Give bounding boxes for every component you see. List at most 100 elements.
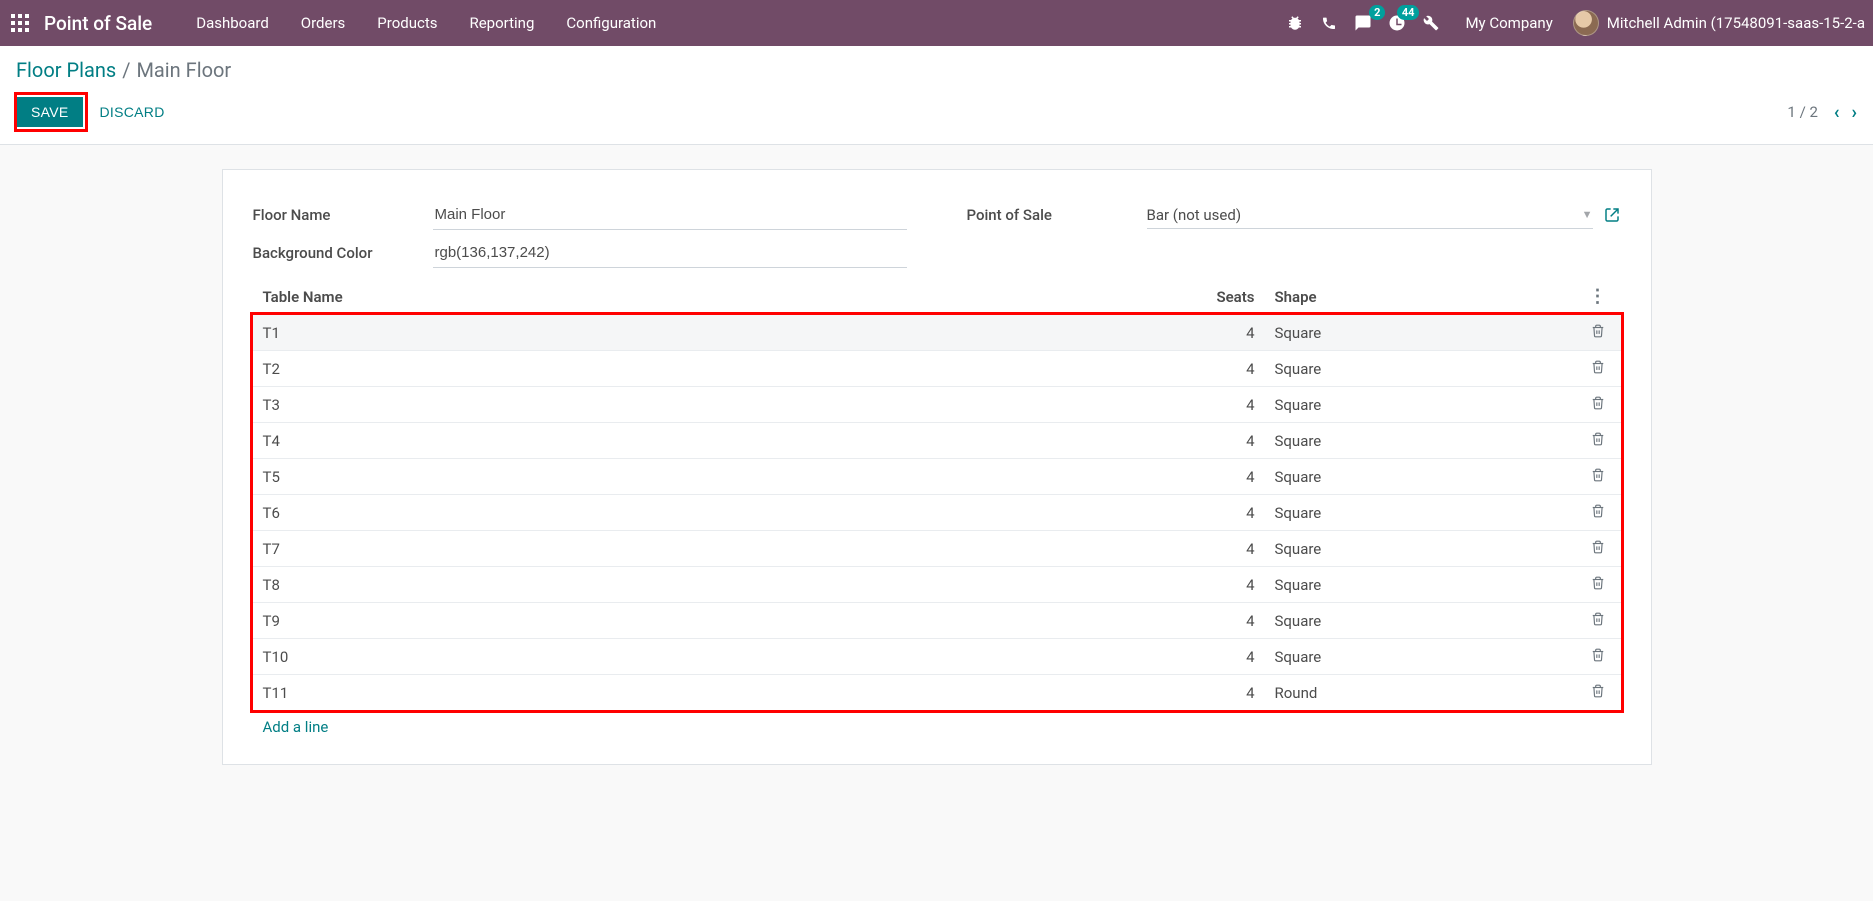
company-selector[interactable]: My Company (1465, 14, 1552, 32)
cell-table-name[interactable]: T9 (253, 603, 1195, 639)
menu-products[interactable]: Products (361, 0, 453, 46)
col-table-name[interactable]: Table Name (253, 280, 1195, 315)
tools-icon[interactable] (1421, 13, 1441, 33)
background-color-input[interactable] (433, 238, 907, 268)
form-sheet: Floor Name Background Color Point of Sal… (222, 169, 1652, 765)
navbar: Point of Sale Dashboard Orders Products … (0, 0, 1873, 46)
cell-seats[interactable]: 4 (1195, 675, 1265, 711)
cell-shape[interactable]: Square (1265, 387, 1575, 423)
phone-icon[interactable] (1319, 13, 1339, 33)
cell-seats[interactable]: 4 (1195, 351, 1265, 387)
cell-shape[interactable]: Square (1265, 495, 1575, 531)
menu-dashboard[interactable]: Dashboard (180, 0, 285, 46)
cell-shape[interactable]: Square (1265, 531, 1575, 567)
tables-list: Table Name Seats Shape ⋮ T14SquareT24Squ… (253, 280, 1621, 744)
cell-shape[interactable]: Square (1265, 423, 1575, 459)
col-seats[interactable]: Seats (1195, 280, 1265, 315)
add-line-label: Add a line (253, 710, 1621, 744)
table-row[interactable]: T74Square (253, 531, 1621, 567)
activities-badge: 44 (1397, 5, 1420, 20)
cell-table-name[interactable]: T11 (253, 675, 1195, 711)
floor-name-input[interactable] (433, 200, 907, 230)
cell-seats[interactable]: 4 (1195, 423, 1265, 459)
trash-icon[interactable] (1590, 647, 1606, 663)
breadcrumb-separator: / (122, 58, 130, 82)
trash-icon[interactable] (1590, 467, 1606, 483)
cell-seats[interactable]: 4 (1195, 639, 1265, 675)
label-point-of-sale: Point of Sale (967, 206, 1147, 224)
cell-table-name[interactable]: T4 (253, 423, 1195, 459)
external-link-icon[interactable] (1603, 206, 1621, 224)
point-of-sale-select[interactable]: Bar (not used) ▼ (1147, 202, 1593, 229)
chevron-down-icon: ▼ (1582, 208, 1593, 221)
point-of-sale-value: Bar (not used) (1147, 206, 1576, 224)
save-button[interactable]: SAVE (17, 97, 83, 127)
col-shape[interactable]: Shape (1265, 280, 1575, 315)
cell-delete (1575, 567, 1621, 603)
trash-icon[interactable] (1590, 611, 1606, 627)
cell-table-name[interactable]: T1 (253, 315, 1195, 351)
menu-reporting[interactable]: Reporting (453, 0, 550, 46)
cell-delete (1575, 495, 1621, 531)
debug-icon[interactable] (1285, 13, 1305, 33)
table-row[interactable]: T54Square (253, 459, 1621, 495)
trash-icon[interactable] (1590, 503, 1606, 519)
cell-table-name[interactable]: T2 (253, 351, 1195, 387)
avatar (1573, 10, 1599, 36)
cell-delete (1575, 315, 1621, 351)
pager-prev[interactable]: ‹ (1834, 102, 1840, 123)
main-menu: Dashboard Orders Products Reporting Conf… (180, 0, 672, 46)
table-row[interactable]: T94Square (253, 603, 1621, 639)
cell-seats[interactable]: 4 (1195, 495, 1265, 531)
trash-icon[interactable] (1590, 683, 1606, 699)
table-row[interactable]: T14Square (253, 315, 1621, 351)
cell-table-name[interactable]: T6 (253, 495, 1195, 531)
cell-table-name[interactable]: T8 (253, 567, 1195, 603)
apps-icon[interactable] (8, 11, 32, 35)
table-row[interactable]: T84Square (253, 567, 1621, 603)
cell-seats[interactable]: 4 (1195, 315, 1265, 351)
cell-table-name[interactable]: T5 (253, 459, 1195, 495)
cell-shape[interactable]: Square (1265, 459, 1575, 495)
app-title[interactable]: Point of Sale (44, 12, 152, 35)
add-line-row[interactable]: Add a line (253, 710, 1621, 744)
cell-seats[interactable]: 4 (1195, 459, 1265, 495)
cell-table-name[interactable]: T10 (253, 639, 1195, 675)
cell-shape[interactable]: Square (1265, 639, 1575, 675)
cell-shape[interactable]: Square (1265, 603, 1575, 639)
breadcrumb-parent[interactable]: Floor Plans (16, 58, 116, 82)
cell-shape[interactable]: Square (1265, 351, 1575, 387)
trash-icon[interactable] (1590, 575, 1606, 591)
table-row[interactable]: T104Square (253, 639, 1621, 675)
table-row[interactable]: T34Square (253, 387, 1621, 423)
trash-icon[interactable] (1590, 431, 1606, 447)
cell-delete (1575, 351, 1621, 387)
cell-shape[interactable]: Square (1265, 567, 1575, 603)
cell-shape[interactable]: Round (1265, 675, 1575, 711)
trash-icon[interactable] (1590, 395, 1606, 411)
table-row[interactable]: T44Square (253, 423, 1621, 459)
cell-seats[interactable]: 4 (1195, 567, 1265, 603)
cell-table-name[interactable]: T3 (253, 387, 1195, 423)
pager-text[interactable]: 1 / 2 (1787, 103, 1818, 121)
messages-icon[interactable]: 2 (1353, 13, 1373, 33)
menu-orders[interactable]: Orders (285, 0, 362, 46)
cell-seats[interactable]: 4 (1195, 387, 1265, 423)
trash-icon[interactable] (1590, 323, 1606, 339)
trash-icon[interactable] (1590, 359, 1606, 375)
cell-seats[interactable]: 4 (1195, 603, 1265, 639)
cell-shape[interactable]: Square (1265, 315, 1575, 351)
col-options[interactable]: ⋮ (1575, 280, 1621, 315)
discard-button[interactable]: DISCARD (100, 104, 165, 120)
cell-table-name[interactable]: T7 (253, 531, 1195, 567)
user-menu[interactable]: Mitchell Admin (17548091-saas-15-2-a (1573, 10, 1865, 36)
table-row[interactable]: T114Round (253, 675, 1621, 711)
trash-icon[interactable] (1590, 539, 1606, 555)
activities-icon[interactable]: 44 (1387, 13, 1407, 33)
table-row[interactable]: T64Square (253, 495, 1621, 531)
cell-seats[interactable]: 4 (1195, 531, 1265, 567)
pager-next[interactable]: › (1852, 102, 1857, 123)
breadcrumb: Floor Plans / Main Floor (16, 58, 1857, 82)
table-row[interactable]: T24Square (253, 351, 1621, 387)
menu-configuration[interactable]: Configuration (550, 0, 672, 46)
